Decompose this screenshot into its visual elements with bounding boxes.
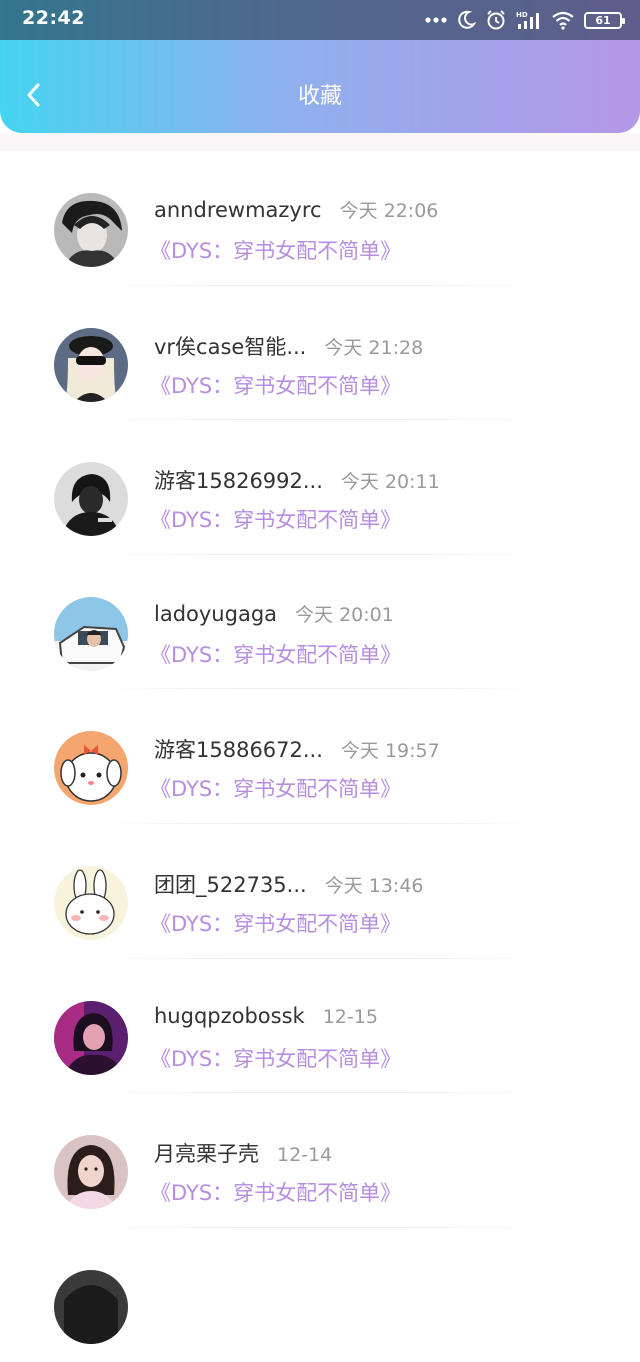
list-item[interactable]: 月亮栗子壳 12-14 《DYS：穿书女配不简单》 [0, 1093, 640, 1228]
timestamp: 今天 19:57 [340, 740, 440, 763]
username: ladoyugaga [154, 601, 278, 626]
header-separator [0, 133, 640, 151]
book-title[interactable]: 《DYS：穿书女配不简单》 [150, 1177, 401, 1207]
battery-level: 61 [595, 13, 611, 27]
list-item[interactable]: ladoyugaga 今天 20:01 《DYS：穿书女配不简单》 [0, 555, 640, 690]
book-title[interactable]: 《DYS：穿书女配不简单》 [150, 504, 401, 534]
avatar[interactable] [54, 462, 128, 537]
avatar[interactable] [54, 193, 128, 267]
list-item[interactable] [0, 1228, 640, 1362]
alarm-icon [485, 9, 507, 31]
list-item[interactable]: 团团_522735... 今天 13:46 《DYS：穿书女配不简单》 [0, 824, 640, 959]
username: vr俟case智能... [154, 334, 307, 359]
hd-signal-icon: HD [516, 10, 542, 30]
page-title: 收藏 [297, 84, 342, 109]
avatar[interactable] [54, 865, 128, 940]
list-item[interactable]: 游客15826992... 今天 20:11 《DYS：穿书女配不简单》 [0, 420, 640, 555]
timestamp: 今天 21:28 [324, 336, 424, 359]
avatar[interactable] [54, 1000, 128, 1075]
status-time: 22:42 [22, 7, 85, 29]
book-title[interactable]: 《DYS：穿书女配不简单》 [150, 639, 401, 669]
book-title[interactable]: 《DYS：穿书女配不简单》 [150, 1043, 401, 1073]
book-title[interactable]: 《DYS：穿书女配不简单》 [150, 773, 401, 803]
avatar[interactable] [54, 1269, 128, 1344]
book-title[interactable]: 《DYS：穿书女配不简单》 [150, 908, 401, 938]
list-item[interactable]: 游客15886672... 今天 19:57 《DYS：穿书女配不简单》 [0, 689, 640, 824]
dots-icon [425, 16, 447, 24]
wifi-icon [551, 10, 575, 30]
timestamp: 今天 20:01 [295, 603, 394, 626]
timestamp: 今天 22:06 [339, 200, 439, 222]
list-item[interactable]: hugqpzobossk 12-15 《DYS：穿书女配不简单》 [0, 959, 640, 1094]
username: 游客15886672... [154, 738, 323, 763]
favorites-list: anndrewmazyrc 今天 22:06 《DYS：穿书女配不简单》 vr俟… [0, 151, 640, 1362]
avatar[interactable] [54, 327, 128, 402]
moon-icon [456, 10, 476, 30]
avatar[interactable] [54, 731, 128, 806]
username: 游客15826992... [154, 469, 323, 494]
username: anndrewmazyrc [154, 198, 322, 222]
book-title[interactable]: 《DYS：穿书女配不简单》 [150, 370, 401, 400]
status-icons: HD 61 [425, 8, 625, 32]
list-item[interactable]: anndrewmazyrc 今天 22:06 《DYS：穿书女配不简单》 [0, 151, 640, 286]
username: 团团_522735... [154, 872, 307, 897]
timestamp: 今天 20:11 [340, 471, 440, 494]
book-title[interactable]: 《DYS：穿书女配不简单》 [150, 235, 401, 265]
svg-text:HD: HD [516, 11, 528, 19]
timestamp: 今天 13:46 [324, 874, 424, 897]
battery-icon: 61 [584, 11, 625, 29]
timestamp: 12-14 [277, 1144, 333, 1167]
username: 月亮栗子壳 [154, 1142, 259, 1167]
timestamp: 12-15 [322, 1005, 378, 1028]
avatar[interactable] [54, 1135, 128, 1210]
username: hugqpzobossk [154, 1003, 305, 1028]
list-item[interactable]: vr俟case智能... 今天 21:28 《DYS：穿书女配不简单》 [0, 286, 640, 421]
avatar[interactable] [54, 596, 128, 671]
